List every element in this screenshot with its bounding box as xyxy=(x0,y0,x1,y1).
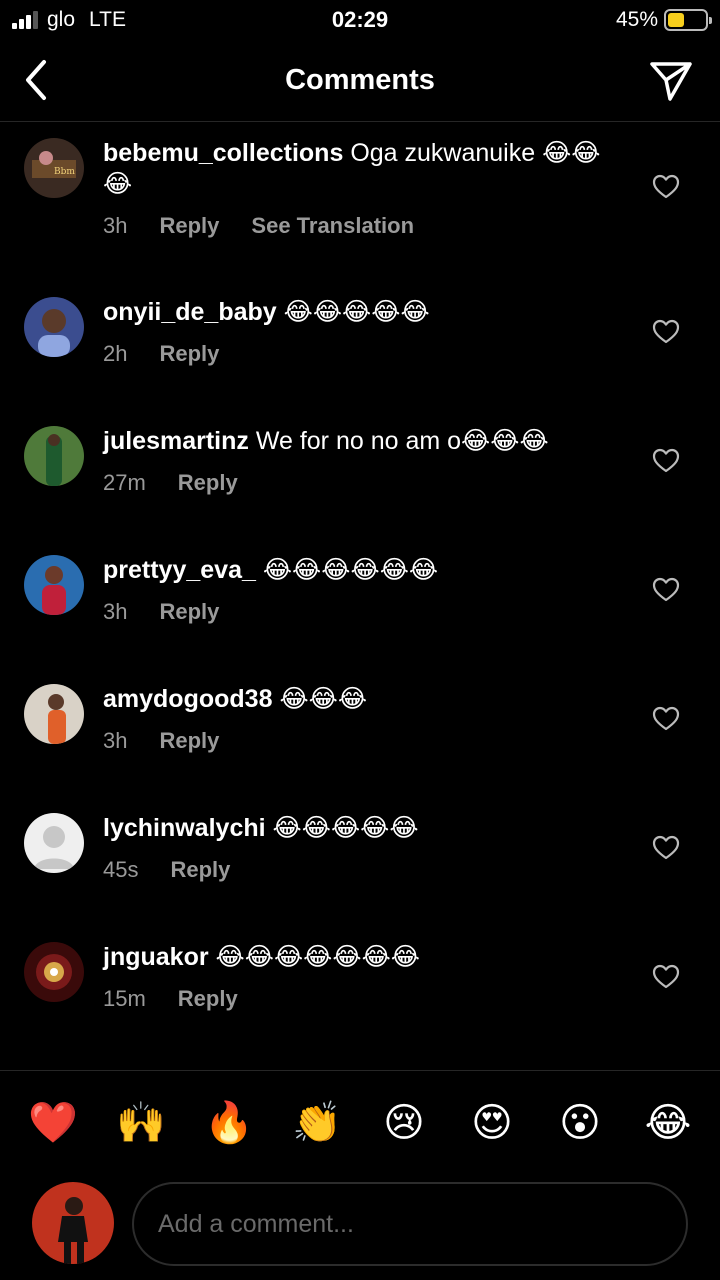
comment-item: amydogood38 😂😂😂 3h Reply xyxy=(0,684,720,774)
comment-input[interactable] xyxy=(158,1209,662,1239)
reply-button[interactable]: Reply xyxy=(159,599,219,625)
comment-text: 😂😂😂 xyxy=(279,685,368,713)
reaction-heart-eyes[interactable]: 😍 xyxy=(468,1099,516,1147)
comment-text: 😂😂😂😂😂😂😂 xyxy=(215,943,421,971)
status-bar: glo LTE 02:29 45% xyxy=(0,0,720,40)
comment-time: 3h xyxy=(103,213,128,238)
comment-time: 45s xyxy=(103,857,139,882)
battery-level xyxy=(668,13,685,27)
like-button[interactable] xyxy=(652,448,680,474)
battery-percent: 45% xyxy=(615,8,658,31)
like-button[interactable] xyxy=(652,835,680,861)
see-translation-button[interactable]: See Translation xyxy=(251,213,414,239)
comment-text: 😂😂😂😂😂 xyxy=(272,814,419,842)
avatar[interactable] xyxy=(24,684,84,744)
reply-button[interactable]: Reply xyxy=(159,728,219,754)
reply-button[interactable]: Reply xyxy=(159,213,219,239)
reaction-crying[interactable]: 😢 xyxy=(380,1099,428,1147)
comment-username[interactable]: bebemu_collections xyxy=(103,139,343,167)
comment-item: lychinwalychi 😂😂😂😂😂 45s Reply xyxy=(0,813,720,903)
reply-button[interactable]: Reply xyxy=(178,986,238,1012)
heart-icon xyxy=(652,964,680,989)
comment-time: 15m xyxy=(103,986,146,1011)
avatar[interactable] xyxy=(24,426,84,486)
like-button[interactable] xyxy=(652,174,680,200)
avatar[interactable] xyxy=(24,813,84,873)
current-user-avatar xyxy=(32,1182,114,1264)
comments-list[interactable]: Bbm bebemu_collections Oga zukwanuike 😂😂… xyxy=(0,124,720,1070)
comment-username[interactable]: jnguakor xyxy=(103,943,209,971)
heart-icon xyxy=(652,319,680,344)
avatar[interactable] xyxy=(24,297,84,357)
comment-time: 3h xyxy=(103,599,128,624)
comment-username[interactable]: amydogood38 xyxy=(103,685,272,713)
like-button[interactable] xyxy=(652,964,680,990)
avatar[interactable] xyxy=(24,555,84,615)
comment-time: 3h xyxy=(103,728,128,753)
quick-reaction-bar: ❤️ 🙌 🔥 👏 😢 😍 😮 😂 xyxy=(0,1070,720,1174)
heart-icon xyxy=(652,835,680,860)
comment-time: 27m xyxy=(103,470,146,495)
comment-username[interactable]: julesmartinz xyxy=(103,427,249,455)
avatar[interactable] xyxy=(24,942,84,1002)
comment-item: jnguakor 😂😂😂😂😂😂😂 15m Reply xyxy=(0,942,720,1032)
comment-time: 2h xyxy=(103,341,128,366)
status-right: 45% xyxy=(615,8,712,32)
paper-plane-icon xyxy=(650,62,692,101)
comment-item: julesmartinz We for no no am o😂😂😂 27m Re… xyxy=(0,426,720,516)
svg-text:Bbm: Bbm xyxy=(54,167,75,177)
reaction-raised-hands[interactable]: 🙌 xyxy=(116,1099,166,1147)
page-title: Comments xyxy=(285,64,435,96)
reaction-heart[interactable]: ❤️ xyxy=(28,1099,78,1147)
reaction-laughing[interactable]: 😂 xyxy=(644,1099,692,1147)
clock: 02:29 xyxy=(331,7,389,32)
comment-composer xyxy=(0,1174,720,1280)
heart-icon xyxy=(652,174,680,199)
battery-icon xyxy=(664,9,712,31)
like-button[interactable] xyxy=(652,319,680,345)
like-button[interactable] xyxy=(652,706,680,732)
comment-item: Bbm bebemu_collections Oga zukwanuike 😂😂… xyxy=(0,138,720,256)
comment-username[interactable]: onyii_de_baby xyxy=(103,298,277,326)
heart-icon xyxy=(652,577,680,602)
reaction-fire[interactable]: 🔥 xyxy=(204,1099,254,1147)
reaction-surprised[interactable]: 😮 xyxy=(556,1099,604,1147)
header: Comments xyxy=(0,44,720,122)
reply-button[interactable]: Reply xyxy=(170,857,230,883)
comment-input-wrapper xyxy=(132,1182,688,1266)
reaction-clap[interactable]: 👏 xyxy=(292,1099,342,1147)
comment-item: prettyy_eva_ 😂😂😂😂😂😂 3h Reply xyxy=(0,555,720,645)
reply-button[interactable]: Reply xyxy=(178,470,238,496)
heart-icon xyxy=(652,448,680,473)
comment-text: 😂😂😂😂😂 xyxy=(283,298,430,326)
reply-button[interactable]: Reply xyxy=(159,341,219,367)
comment-username[interactable]: lychinwalychi xyxy=(103,814,266,842)
comment-text: We for no no am o😂😂😂 xyxy=(255,427,549,455)
share-button[interactable] xyxy=(648,58,694,104)
comment-text: 😂😂😂😂😂😂 xyxy=(262,556,439,584)
heart-icon xyxy=(652,706,680,731)
comment-username[interactable]: prettyy_eva_ xyxy=(103,556,256,584)
avatar[interactable]: Bbm xyxy=(24,138,84,198)
like-button[interactable] xyxy=(652,577,680,603)
comment-item: onyii_de_baby 😂😂😂😂😂 2h Reply xyxy=(0,297,720,387)
